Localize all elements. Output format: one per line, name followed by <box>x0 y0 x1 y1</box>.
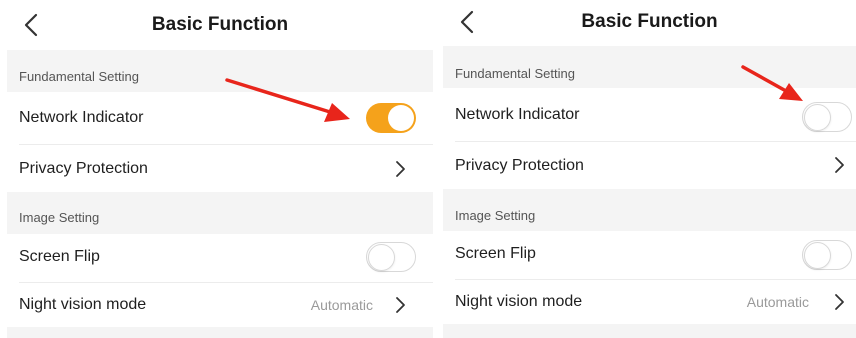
section-header-fundamental: Fundamental Setting <box>443 46 856 88</box>
privacy-protection-row[interactable]: Privacy Protection <box>443 142 856 189</box>
privacy-protection-label: Privacy Protection <box>19 160 148 177</box>
night-vision-row[interactable]: Night vision mode Automatic <box>443 280 856 324</box>
network-indicator-toggle[interactable] <box>802 102 852 132</box>
chevron-right-icon <box>835 157 844 173</box>
page-title: Basic Function <box>581 11 718 32</box>
settings-screen-after: Basic Function Fundamental Setting Netwo… <box>443 0 856 338</box>
page-title: Basic Function <box>151 14 289 35</box>
night-vision-value: Automatic <box>310 297 373 313</box>
screen-flip-label: Screen Flip <box>455 245 536 262</box>
screen-flip-row[interactable]: Screen Flip <box>443 231 856 279</box>
header: Basic Function <box>7 0 433 48</box>
section-header-fundamental: Fundamental Setting <box>7 50 433 92</box>
chevron-right-icon <box>835 294 844 310</box>
bottom-spacer <box>443 324 856 338</box>
chevron-right-icon <box>396 161 405 177</box>
section-label: Image Setting <box>455 208 536 223</box>
screen-flip-toggle[interactable] <box>802 240 852 270</box>
section-label: Fundamental Setting <box>455 66 575 81</box>
section-label: Image Setting <box>19 210 100 225</box>
network-indicator-row[interactable]: Network Indicator <box>7 92 433 144</box>
night-vision-label: Night vision mode <box>455 293 583 310</box>
night-vision-value: Automatic <box>746 294 809 310</box>
network-indicator-toggle[interactable] <box>366 103 416 133</box>
screen-flip-row[interactable]: Screen Flip <box>7 234 433 282</box>
header: Basic Function <box>443 0 856 48</box>
toggle-knob <box>804 104 831 131</box>
section-label: Fundamental Setting <box>19 69 139 84</box>
chevron-right-icon <box>396 297 405 313</box>
network-indicator-label: Network Indicator <box>455 106 580 123</box>
network-indicator-label: Network Indicator <box>19 109 144 126</box>
network-indicator-row[interactable]: Network Indicator <box>443 88 856 141</box>
toggle-knob <box>368 244 395 271</box>
screen-flip-toggle[interactable] <box>366 242 416 272</box>
toggle-knob <box>388 105 414 131</box>
night-vision-row[interactable]: Night vision mode Automatic <box>7 283 433 327</box>
privacy-protection-row[interactable]: Privacy Protection <box>7 145 433 192</box>
screen-flip-label: Screen Flip <box>19 248 100 265</box>
settings-screen-before: Basic Function Fundamental Setting Netwo… <box>7 0 433 338</box>
toggle-knob <box>804 242 831 269</box>
section-header-image: Image Setting <box>7 192 433 234</box>
privacy-protection-label: Privacy Protection <box>455 157 584 174</box>
night-vision-label: Night vision mode <box>19 296 147 313</box>
section-header-image: Image Setting <box>443 189 856 231</box>
bottom-spacer <box>7 327 433 338</box>
